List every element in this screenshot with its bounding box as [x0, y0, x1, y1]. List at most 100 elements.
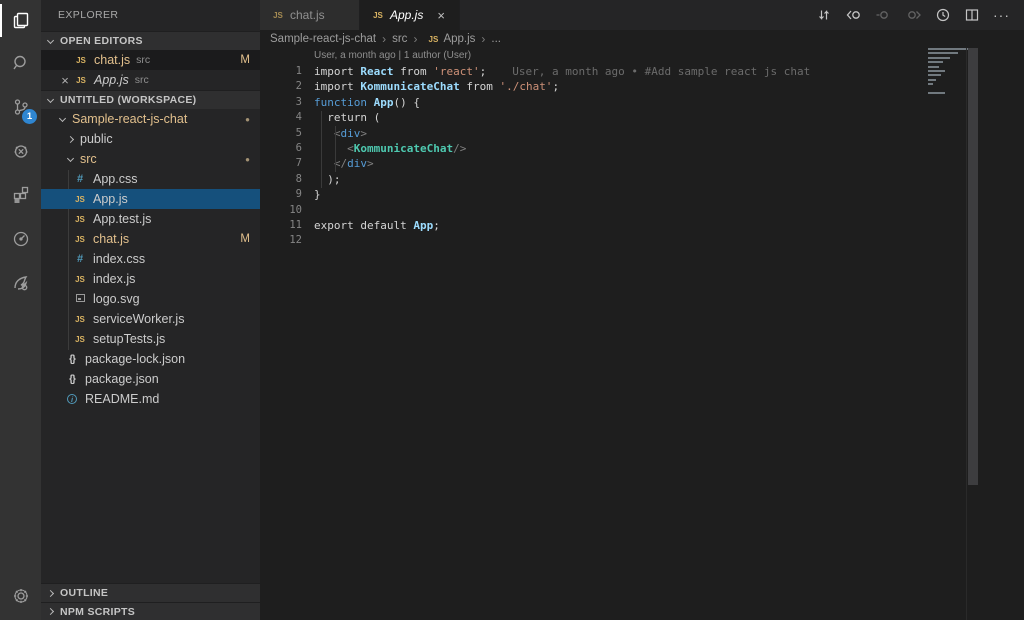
source-control-icon[interactable]: 1: [0, 85, 41, 129]
previous-change-icon[interactable]: [875, 7, 892, 23]
svg-file-icon: [72, 294, 88, 304]
code-line[interactable]: 12: [260, 233, 1024, 248]
tree-item-app-css[interactable]: #App.css: [41, 169, 260, 189]
js-file-icon: JS: [425, 35, 441, 44]
line-number: 5: [260, 126, 302, 141]
js-file-icon: JS: [72, 315, 88, 324]
code-line[interactable]: 3function App() {: [260, 95, 1024, 110]
open-editor-item[interactable]: JSchat.jssrcM: [41, 50, 260, 70]
split-editor-icon[interactable]: [964, 7, 980, 23]
open-editors-header[interactable]: OPEN EDITORS: [41, 31, 260, 50]
line-number: 12: [260, 233, 302, 248]
breadcrumb-separator: ›: [481, 32, 485, 46]
line-number: 10: [260, 203, 302, 218]
tree-item-src[interactable]: src●: [41, 149, 260, 169]
code-line[interactable]: 8 );: [260, 172, 1024, 187]
code-line[interactable]: 11export default App;: [260, 218, 1024, 233]
tree-item-package-lock-json[interactable]: {}package-lock.json: [41, 349, 260, 369]
code-line[interactable]: 5 <div>: [260, 126, 1024, 141]
json-file-icon: {}: [64, 354, 80, 365]
tree-item-index-js[interactable]: JSindex.js: [41, 269, 260, 289]
tree-item-readme-md[interactable]: iREADME.md: [41, 389, 260, 409]
line-number: 6: [260, 141, 302, 156]
open-editor-label: chat.js: [94, 53, 130, 67]
tree-item-setuptests-js[interactable]: JSsetupTests.js: [41, 329, 260, 349]
explorer-icon[interactable]: [0, 0, 41, 41]
code-line[interactable]: 9}: [260, 187, 1024, 202]
line-number: 2: [260, 79, 302, 94]
json-file-icon: {}: [64, 374, 80, 385]
code-line[interactable]: 7 </div>: [260, 156, 1024, 171]
outline-header[interactable]: OUTLINE: [41, 583, 260, 602]
tree-item-label: setupTests.js: [93, 332, 165, 346]
chevron-down-icon: [67, 154, 74, 161]
js-file-icon: JS: [72, 195, 88, 204]
open-changes-icon[interactable]: [816, 7, 832, 23]
extensions-icon[interactable]: [0, 173, 41, 217]
code-line[interactable]: 10: [260, 203, 1024, 218]
codelens-annotation[interactable]: User, a month ago | 1 author (User): [260, 48, 1024, 64]
tree-item-chat-js[interactable]: JSchat.jsM: [41, 229, 260, 249]
code-line[interactable]: 6 <KommunicateChat/>: [260, 141, 1024, 156]
tab-chat-js[interactable]: JS chat.js: [260, 0, 360, 30]
tree-item-app-js[interactable]: JSApp.js: [41, 189, 260, 209]
code-line[interactable]: 2import KommunicateChat from './chat';: [260, 79, 1024, 94]
tree-item-app-test-js[interactable]: JSApp.test.js: [41, 209, 260, 229]
minimap[interactable]: [928, 48, 978, 96]
git-modified-badge: M: [240, 54, 250, 66]
sidebar-empty-space: [41, 409, 260, 583]
scrollbar-slider[interactable]: [968, 48, 978, 485]
tree-item-label: serviceWorker.js: [93, 312, 184, 326]
code-text: </div>: [302, 156, 374, 171]
tree-item-label: App.test.js: [93, 212, 151, 226]
minimap-line: [928, 70, 945, 72]
next-change-icon[interactable]: [905, 7, 922, 23]
tree-item-label: logo.svg: [93, 292, 140, 306]
run-debug-icon[interactable]: [0, 129, 41, 173]
breadcrumb-folder[interactable]: src: [392, 33, 407, 45]
breadcrumb-symbol[interactable]: ...: [491, 33, 501, 45]
minimap-line: [928, 61, 943, 63]
tree-item-public[interactable]: public: [41, 129, 260, 149]
workspace-header[interactable]: UNTITLED (WORKSPACE): [41, 90, 260, 109]
tree-item-label: Sample-react-js-chat: [72, 112, 187, 126]
code-text: import React from 'react';User, a month …: [302, 64, 810, 79]
tree-item-serviceworker-js[interactable]: JS serviceWorker.js: [41, 309, 260, 329]
code-text: [302, 203, 314, 218]
prev-revision-icon[interactable]: [845, 7, 862, 23]
close-tab-icon[interactable]: ×: [437, 8, 445, 23]
chevron-right-icon: [47, 589, 54, 596]
gitlens-icon[interactable]: [0, 261, 41, 305]
search-icon[interactable]: [0, 41, 41, 85]
clock-icon[interactable]: [0, 217, 41, 261]
chevron-right-icon: [47, 608, 54, 615]
code-text: [302, 233, 314, 248]
js-file-icon: JS: [72, 235, 88, 244]
file-history-icon[interactable]: [935, 7, 951, 23]
close-editor-icon[interactable]: ×: [57, 73, 73, 88]
code-line[interactable]: 4 return (: [260, 110, 1024, 125]
more-actions-icon[interactable]: ···: [993, 7, 1010, 23]
tree-item-sample-react-js-chat[interactable]: Sample-react-js-chat●: [41, 109, 260, 129]
npm-scripts-header[interactable]: NPM SCRIPTS: [41, 602, 260, 620]
js-file-icon: JS: [73, 56, 89, 65]
tree-item-index-css[interactable]: #index.css: [41, 249, 260, 269]
manage-gear-icon[interactable]: [0, 574, 41, 618]
open-editor-label: App.js: [94, 73, 129, 87]
tab-bar: JS chat.js JS App.js ×: [260, 0, 1024, 30]
code-lines: 1import React from 'react';User, a month…: [260, 64, 1024, 249]
code-line[interactable]: 1import React from 'react';User, a month…: [260, 64, 1024, 79]
tab-app-js[interactable]: JS App.js ×: [360, 0, 460, 30]
tree-item-package-json[interactable]: {}package.json: [41, 369, 260, 389]
breadcrumb-file[interactable]: App.js: [443, 33, 475, 45]
minimap-line: [928, 66, 939, 68]
tree-item-logo-svg[interactable]: logo.svg: [41, 289, 260, 309]
code-text: export default App;: [302, 218, 440, 233]
code-editor[interactable]: User, a month ago | 1 author (User) 1imp…: [260, 48, 1024, 620]
minimap-border: [966, 48, 967, 620]
breadcrumb-folder[interactable]: Sample-react-js-chat: [270, 33, 376, 45]
info-file-icon: i: [64, 394, 80, 404]
sidebar-title: EXPLORER: [41, 0, 260, 31]
minimap-line: [928, 79, 936, 81]
open-editor-item[interactable]: ×JSApp.jssrc: [41, 70, 260, 90]
